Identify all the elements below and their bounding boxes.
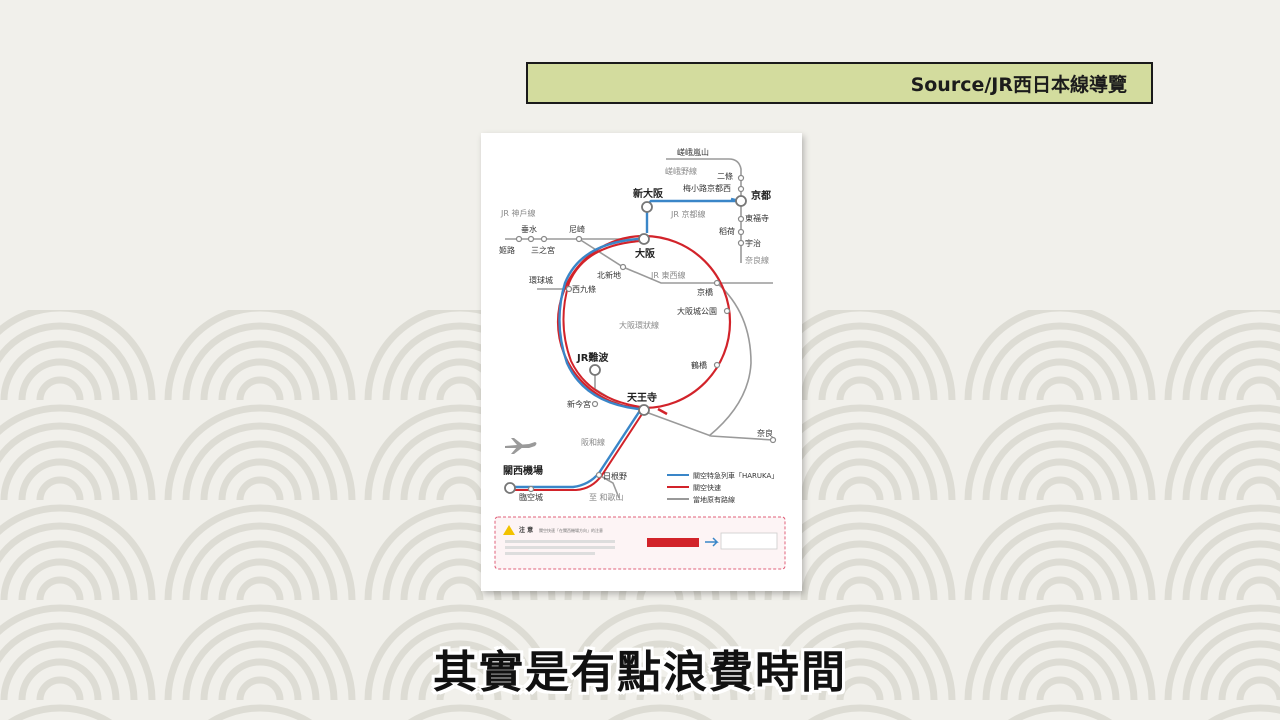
osaka-loop-label: 大阪環狀線 [619,320,659,330]
station-sannomiya: 三之宮 [531,245,555,255]
station-himeji: 姬路 [499,245,515,255]
legend-haruka-label: 關空特急列車「HARUKA」 [693,471,778,480]
to-wakayama-label: 至 和歌山 [589,492,624,502]
kansai-airport-station-marker [504,482,516,494]
notice-platform-diagram [720,532,778,550]
station-tennoji: 天王寺 [627,391,657,404]
jr-tozai-line-label: JR 東西線 [650,270,685,280]
station-marker [737,215,745,223]
station-uji: 宇治 [745,238,761,248]
station-marker [723,307,731,315]
notice-text-line [505,552,595,555]
legend-kanku-label: 關空快速 [693,483,721,492]
tennoji-station-marker [638,404,650,416]
notice-text-line [505,546,615,549]
jr-west-route-map: JR 神戶線 JR 京都線 JR 東西線 大阪環狀線 阪和線 嵯峨野線 奈良線 … [494,147,786,570]
station-marker [595,471,603,479]
station-kitashinchi: 北新地 [597,270,621,280]
station-marker [540,235,548,243]
airplane-icon [505,438,537,454]
source-banner: Source/JR西日本線導覽 [526,62,1153,104]
station-marker [769,436,777,444]
notice-text: 關空快速「在關西機場方向」的注意 [539,527,603,533]
nara-line-label: 奈良線 [745,255,769,265]
station-tofukuji: 東福寺 [745,213,769,223]
notice-text-line [505,540,615,543]
jr-kyoto-line-label: JR 京都線 [670,209,705,219]
station-marker [527,485,535,493]
station-marker [713,279,721,287]
map-legend: 關空特急列車「HARUKA」 關空快速 當地原有路線 [667,471,778,504]
jr-namba-station-marker [589,364,601,376]
station-rinku-town: 臨空城 [519,492,543,502]
sagano-line-label: 嵯峨野線 [665,166,697,176]
gakkentoshi-line [708,282,752,437]
station-shin-osaka: 新大阪 [633,187,664,200]
station-tsuruhashi: 鶴橋 [691,360,707,370]
station-nijo: 二條 [717,171,733,181]
station-marker [565,285,573,293]
station-nishikujo: 西九條 [572,284,596,294]
legend-local-label: 當地原有路線 [693,495,735,504]
station-kyobashi: 京橋 [697,287,713,297]
rail-map-card: JR 神戶線 JR 京都線 JR 東西線 大阪環狀線 阪和線 嵯峨野線 奈良線 … [481,133,802,591]
jr-kobe-line-label: JR 神戶線 [500,208,535,218]
station-tarumi: 垂水 [521,224,537,234]
station-inari: 稻荷 [719,226,735,236]
station-osaka: 大阪 [635,247,656,260]
station-marker [737,185,745,193]
notice-title: 注 意 [519,526,533,534]
station-hineno: 日根野 [603,471,627,481]
station-nara: 奈良 [757,428,773,438]
station-marker [737,239,745,247]
station-marker [575,235,583,243]
station-jr-namba: JR難波 [576,351,609,364]
station-marker [527,235,535,243]
station-osakajokoen: 大阪城公園 [677,306,717,316]
station-marker [515,235,523,243]
kanku-arrow [657,407,668,416]
station-marker [713,361,721,369]
shin-osaka-station-marker [641,201,653,213]
station-kansai-airport: 關西機場 [503,464,543,477]
station-marker [591,400,599,408]
osaka-station-marker [638,233,650,245]
station-marker [619,263,627,271]
station-marker [737,228,745,236]
yamatoji-line [642,410,774,441]
station-umekoji: 梅小路京都西 [683,183,731,193]
kyoto-station-marker [735,195,747,207]
station-saga-arashiyama: 嵯峨嵐山 [677,147,709,157]
hanwa-line-label: 阪和線 [581,437,605,447]
video-subtitle: 其實是有點浪費時間 [433,647,847,698]
notice-box: 注 意 關空快速「在關西機場方向」的注意 [494,516,786,570]
station-shin-imamiya: 新今宮 [567,399,591,409]
station-universal-city: 環球城 [529,275,553,285]
station-kyoto: 京都 [751,189,771,202]
notice-train-diagram [647,538,699,547]
station-marker [737,174,745,182]
station-amagasaki: 尼崎 [569,224,585,234]
